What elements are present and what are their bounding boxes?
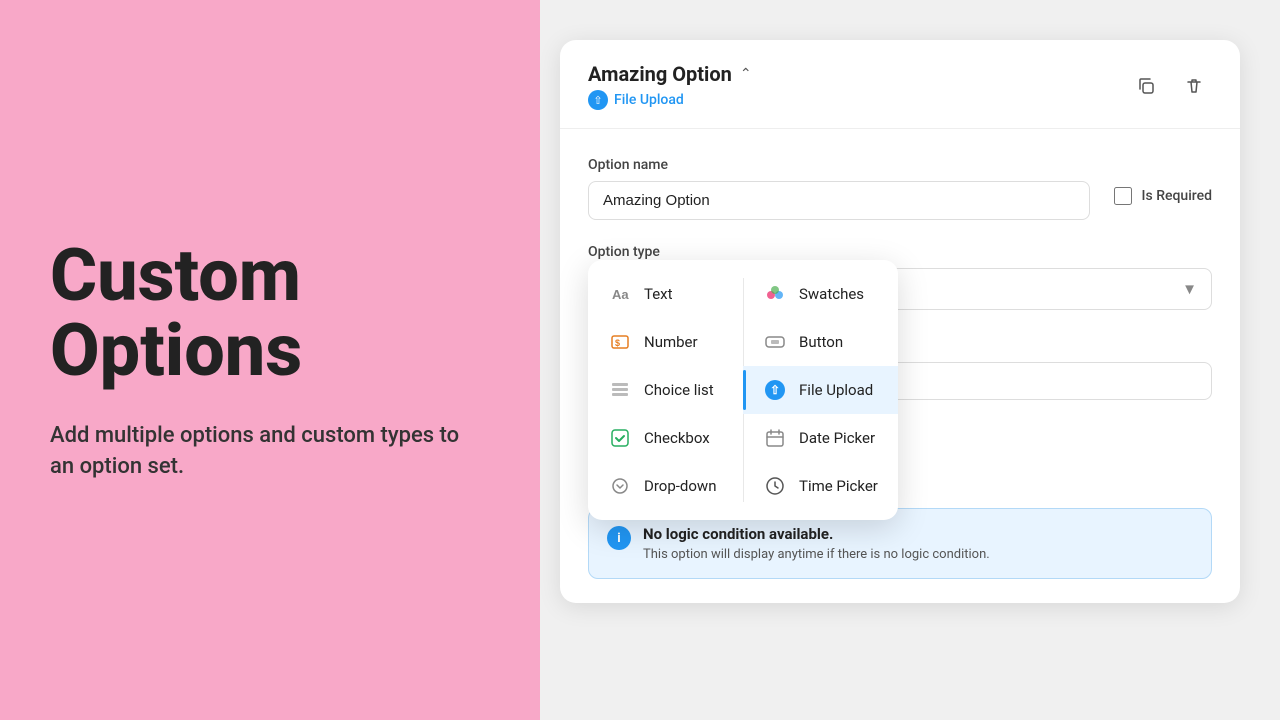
svg-text:Aa: Aa (612, 287, 629, 302)
dropdown-item-date-picker-label: Date Picker (799, 429, 875, 447)
right-panel: Amazing Option ⌃ ⇧ File Upload (540, 0, 1280, 720)
dropdown-item-dropdown-label: Drop-down (644, 477, 716, 495)
dropdown-item-time-picker-label: Time Picker (799, 477, 878, 495)
file-upload-icon-small: ⇧ (588, 90, 608, 110)
form-group-option-name: Option name (588, 157, 1090, 220)
dropdown-item-button-label: Button (799, 333, 843, 351)
page-title: Custom Options (50, 238, 480, 389)
text-icon: Aa (608, 282, 632, 306)
option-header-left: Amazing Option ⌃ ⇧ File Upload (588, 62, 752, 110)
dropdown-right-col: Swatches Button (743, 270, 898, 510)
option-body: Option name Is Required Option type ⇧ Fi… (560, 129, 1240, 334)
info-banner-content: No logic condition available. This optio… (643, 525, 990, 562)
left-panel: Custom Options Add multiple options and … (0, 0, 540, 720)
time-picker-icon (763, 474, 787, 498)
number-icon: $ (608, 330, 632, 354)
left-content: Custom Options Add multiple options and … (50, 238, 480, 483)
dropdown-item-swatches-label: Swatches (799, 285, 864, 303)
option-name-label: Option name (588, 157, 1090, 173)
dropdown-item-number-label: Number (644, 333, 698, 351)
info-banner-icon: i (607, 526, 631, 550)
is-required-checkbox[interactable] (1114, 187, 1132, 205)
copy-button[interactable] (1128, 68, 1164, 104)
dropdown-item-file-upload[interactable]: ⇧ File Upload (743, 366, 898, 414)
option-name-input[interactable] (588, 181, 1090, 220)
chevron-up-icon[interactable]: ⌃ (740, 66, 752, 82)
choice-list-icon (608, 378, 632, 402)
info-banner-title: No logic condition available. (643, 525, 990, 543)
form-row-name-required: Option name Is Required (588, 157, 1212, 220)
dropdown-item-time-picker[interactable]: Time Picker (743, 462, 898, 510)
dropdown-item-date-picker[interactable]: Date Picker (743, 414, 898, 462)
dropdown-item-choice-list-label: Choice list (644, 381, 714, 399)
option-type-dropdown: Aa Text $ (588, 260, 898, 520)
dropdown-item-checkbox[interactable]: Checkbox (588, 414, 743, 462)
option-title: Amazing Option (588, 62, 732, 86)
option-header-actions (1128, 68, 1212, 104)
dropdown-item-text-label: Text (644, 285, 673, 303)
info-banner-desc: This option will display anytime if ther… (643, 547, 990, 562)
dropdown-item-swatches[interactable]: Swatches (743, 270, 898, 318)
page-subtitle: Add multiple options and custom types to… (50, 421, 480, 483)
dropdown-item-button[interactable]: Button (743, 318, 898, 366)
option-type-label: Option type (588, 244, 1212, 260)
dropdown-item-checkbox-label: Checkbox (644, 429, 710, 447)
option-title-row: Amazing Option ⌃ (588, 62, 752, 86)
dropdown-item-dropdown[interactable]: Drop-down (588, 462, 743, 510)
option-header: Amazing Option ⌃ ⇧ File Upload (560, 40, 1240, 129)
checkbox-icon (608, 426, 632, 450)
chevron-down-icon: ▼ (1182, 281, 1197, 298)
option-type-badge: ⇧ File Upload (588, 90, 752, 110)
main-card: Amazing Option ⌃ ⇧ File Upload (560, 40, 1240, 603)
dropdown-item-number[interactable]: $ Number (588, 318, 743, 366)
dropdown-item-choice-list[interactable]: Choice list (588, 366, 743, 414)
dropdown-item-file-upload-label: File Upload (799, 381, 873, 399)
file-upload-menu-icon: ⇧ (763, 378, 787, 402)
delete-button[interactable] (1176, 68, 1212, 104)
dropdown-icon (608, 474, 632, 498)
date-picker-icon (763, 426, 787, 450)
button-icon (763, 330, 787, 354)
dropdown-item-text[interactable]: Aa Text (588, 270, 743, 318)
dropdown-left-col: Aa Text $ (588, 270, 743, 510)
checkbox-group-required: Is Required (1114, 187, 1212, 205)
is-required-label[interactable]: Is Required (1142, 188, 1212, 204)
svg-text:$: $ (615, 338, 620, 348)
option-type-badge-label: File Upload (614, 92, 684, 108)
swatches-icon (763, 282, 787, 306)
dropdown-grid: Aa Text $ (588, 270, 898, 510)
